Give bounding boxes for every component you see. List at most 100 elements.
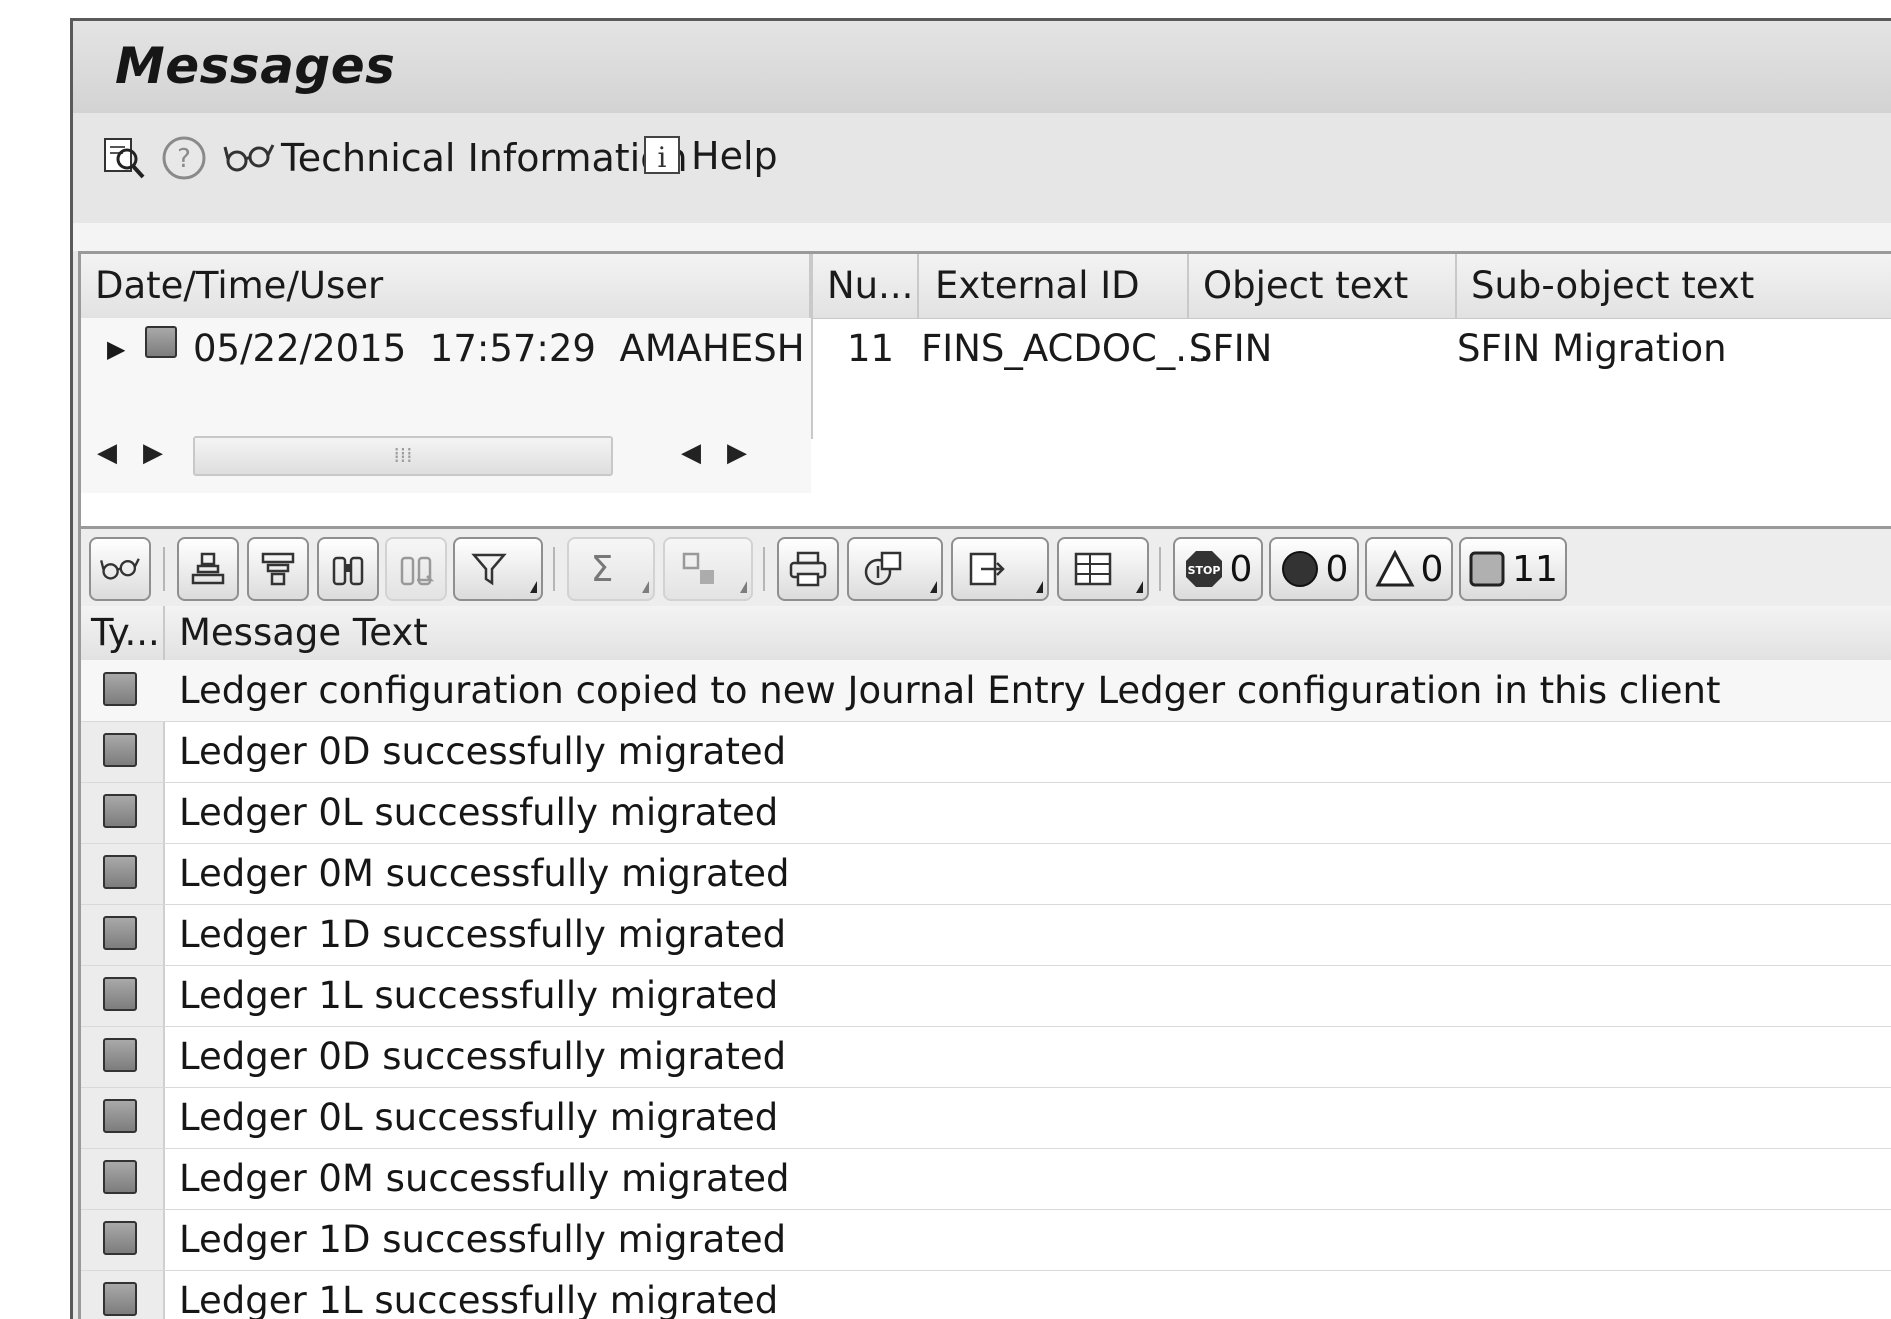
message-row[interactable]: Ledger 1D successfully migrated [81, 904, 1891, 966]
log-number: 11 [847, 327, 895, 370]
help-info-button[interactable]: i Help [641, 133, 778, 179]
info-icon: i [644, 136, 680, 174]
printer-icon [789, 551, 827, 587]
column-date-time-user[interactable]: Date/Time/User [81, 254, 811, 318]
glasses-icon [223, 144, 275, 172]
info-status-icon [103, 977, 137, 1011]
info-status-icon [103, 855, 137, 889]
message-row[interactable]: Ledger 1D successfully migrated [81, 1209, 1891, 1271]
messages-window: Messages ? Technical Information i Help … [70, 18, 1891, 1319]
toolbar-separator [763, 547, 765, 591]
column-number[interactable]: Nu... [813, 254, 919, 318]
info-status-icon [103, 1099, 137, 1133]
column-type[interactable]: Ty... [91, 606, 160, 660]
subtotal-icon [682, 552, 714, 584]
message-text: Ledger 0M successfully migrated [179, 852, 790, 895]
filter-button[interactable] [453, 537, 543, 601]
toolbar-spacer [73, 223, 1891, 251]
help-circle-icon: ? [162, 136, 206, 180]
status-square-icon [145, 326, 177, 362]
column-subobject-text[interactable]: Sub-object text [1457, 254, 1877, 318]
column-external-id[interactable]: External ID [921, 254, 1189, 318]
log-external-id: FINS_ACDOC_... [921, 327, 1211, 370]
message-text: Ledger 0L successfully migrated [179, 791, 779, 834]
dropdown-arrow-icon [530, 581, 537, 593]
binoculars-next-icon [400, 556, 435, 586]
subtotal-button[interactable] [663, 537, 753, 601]
message-row[interactable]: Ledger 0D successfully migrated [81, 721, 1891, 783]
message-text: Ledger 0M successfully migrated [179, 1157, 790, 1200]
column-message-text[interactable]: Message Text [179, 606, 428, 660]
info-status-icon [103, 1038, 137, 1072]
expand-arrow-icon[interactable]: ▶ [107, 318, 125, 380]
message-row[interactable]: Ledger 0D successfully migrated [81, 1026, 1891, 1088]
info-messages-button[interactable]: 11 [1459, 537, 1567, 601]
views-button[interactable] [847, 537, 943, 601]
detail-search-button[interactable] [101, 135, 147, 181]
svg-text:?: ? [177, 144, 191, 174]
dropdown-arrow-icon [740, 581, 747, 593]
help-label: Help [691, 134, 778, 178]
title-bar: Messages [73, 21, 1891, 113]
total-button[interactable]: Σ [567, 537, 655, 601]
scroll-right-arrow-icon[interactable]: ▶ [143, 438, 163, 468]
export-button[interactable] [951, 537, 1049, 601]
error-count: 0 [1325, 548, 1349, 590]
log-row[interactable]: ▶ 05/22/2015 17:57:29 AMAHESH 11 FINS_AC… [81, 318, 1891, 380]
info-count: 11 [1512, 548, 1558, 590]
message-row[interactable]: Ledger 0M successfully migrated [81, 1148, 1891, 1210]
find-next-button[interactable] [385, 537, 447, 601]
message-row[interactable]: Ledger 0L successfully migrated [81, 782, 1891, 844]
details-button[interactable] [89, 537, 151, 601]
message-text: Ledger 0D successfully migrated [179, 730, 787, 773]
column-object-text[interactable]: Object text [1189, 254, 1457, 318]
warning-messages-button[interactable]: 0 [1365, 537, 1453, 601]
help-button[interactable]: ? [161, 135, 207, 181]
sort-descending-button[interactable] [247, 537, 309, 601]
message-row[interactable]: Ledger 1L successfully migrated [81, 965, 1891, 1027]
horizontal-scrollbar[interactable]: ⁞⁞⁞ [193, 436, 613, 476]
detail-search-icon [104, 138, 145, 179]
dropdown-arrow-icon [642, 581, 649, 593]
dropdown-arrow-icon [1136, 581, 1143, 593]
info-status-icon [103, 794, 137, 828]
dropdown-arrow-icon [930, 581, 937, 593]
info-status-icon [103, 1282, 137, 1316]
log-time: 17:57:29 [429, 327, 596, 370]
views-icon [864, 551, 902, 586]
log-date: 05/22/2015 [193, 327, 407, 370]
message-text: Ledger 1L successfully migrated [179, 1279, 779, 1319]
print-button[interactable] [777, 537, 839, 601]
info-status-icon [103, 733, 137, 767]
sort-descending-icon [261, 552, 295, 586]
message-row[interactable]: Ledger 0M successfully migrated [81, 843, 1891, 905]
svg-text:i: i [658, 141, 667, 174]
technical-information-label: Technical Information [281, 136, 688, 180]
message-text: Ledger 0L successfully migrated [179, 1096, 779, 1139]
log-header-table-header: Date/Time/User Nu... External ID Object … [81, 254, 1891, 319]
error-messages-button[interactable]: 0 [1269, 537, 1359, 601]
log-header-table: Date/Time/User Nu... External ID Object … [78, 251, 1891, 526]
svg-text:STOP: STOP [1187, 564, 1220, 577]
layout-button[interactable] [1057, 537, 1149, 601]
message-row[interactable]: Ledger 0L successfully migrated [81, 1087, 1891, 1149]
messages-grid: Ty... Message Text Ledger configuration … [78, 606, 1891, 1319]
technical-information-button[interactable]: Technical Information [223, 135, 688, 181]
toolbar-separator [1159, 547, 1161, 591]
scroll-left-arrow-icon[interactable]: ◀ [681, 438, 701, 468]
info-status-icon [103, 916, 137, 950]
message-row[interactable]: Ledger configuration copied to new Journ… [81, 660, 1891, 722]
sum-sigma-icon: Σ [590, 548, 614, 590]
find-button[interactable] [317, 537, 379, 601]
message-text: Ledger 0D successfully migrated [179, 1035, 787, 1078]
stop-messages-button[interactable]: STOP 0 [1173, 537, 1263, 601]
layout-grid-icon [1074, 552, 1112, 586]
scroll-left-arrow-icon[interactable]: ◀ [97, 438, 117, 468]
message-text: Ledger 1L successfully migrated [179, 974, 779, 1017]
scroll-right-arrow-icon[interactable]: ▶ [727, 438, 747, 468]
glasses-icon [100, 558, 140, 580]
sort-ascending-button[interactable] [177, 537, 239, 601]
log-user: AMAHESH [619, 327, 805, 370]
log-date-time-user: 05/22/2015 17:57:29 AMAHESH [193, 318, 809, 380]
message-row[interactable]: Ledger 1L successfully migrated [81, 1270, 1891, 1319]
